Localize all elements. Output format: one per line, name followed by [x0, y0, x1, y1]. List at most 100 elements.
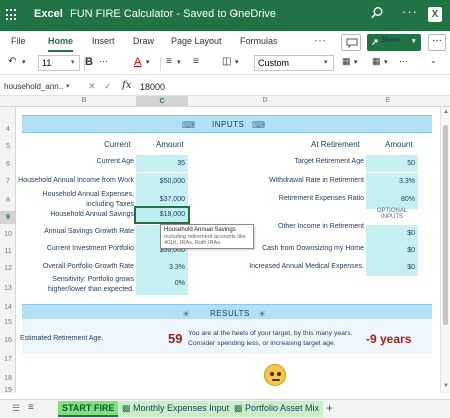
amount-header-right: Amount — [385, 140, 413, 149]
household-income-cell[interactable]: $50,000 — [136, 173, 188, 190]
formula-input[interactable]: 18000 — [140, 82, 165, 92]
scroll-up-icon[interactable]: ▲ — [443, 109, 449, 115]
all-sheets-icon[interactable]: ☰ — [12, 403, 20, 414]
row-header[interactable]: 12 — [0, 265, 16, 272]
align-dropdown-icon[interactable]: ▾ — [177, 58, 181, 66]
chevron-down-icon: ▾ — [71, 59, 75, 66]
row-header[interactable]: 5 — [0, 143, 16, 150]
more-format-icon[interactable]: ··· — [99, 56, 108, 66]
name-box[interactable]: household_ann... — [2, 80, 64, 94]
search-icon[interactable] — [370, 6, 384, 20]
sheet-tab-start-fire[interactable]: START FIRE — [58, 401, 119, 417]
other-income-cell[interactable]: $0 — [366, 225, 418, 242]
current-age-cell[interactable]: 35 — [136, 155, 188, 172]
column-header-c[interactable]: C — [136, 96, 188, 107]
add-sheet-icon[interactable]: + — [326, 401, 333, 415]
column-header-e[interactable]: E — [378, 97, 398, 104]
toolbar-divider — [160, 57, 161, 71]
scroll-down-icon[interactable]: ▼ — [443, 383, 449, 389]
row-header[interactable]: 17 — [0, 356, 16, 363]
row-header[interactable]: 11 — [0, 248, 16, 255]
font-color-dropdown-icon[interactable]: ▾ — [146, 58, 150, 66]
share-button[interactable]: ↗ Share ▾ — [367, 34, 421, 51]
row-header[interactable]: 6 — [0, 161, 16, 168]
app-name: Excel — [34, 8, 63, 20]
confirm-icon[interactable]: ✓ — [104, 81, 112, 92]
row-header[interactable]: 7 — [0, 178, 16, 185]
keyboard-icon: ⌨ — [182, 120, 195, 130]
table-format-icon[interactable]: ▦ — [372, 56, 381, 67]
document-title[interactable]: FUN FIRE Calculator - Saved to OneDrive — [70, 8, 276, 20]
optional-inputs-note: OPTIONAL INPUTS — [376, 208, 408, 220]
target-retirement-age-cell[interactable]: 50 — [366, 155, 418, 172]
collapse-ribbon-icon[interactable]: ⌄ — [430, 56, 437, 65]
savings-growth-label: Annual Savings Growth Rate — [44, 228, 134, 235]
number-format-dropdown[interactable]: Custom ▾ — [254, 55, 334, 71]
cancel-icon[interactable]: ✕ — [88, 81, 96, 92]
tab-draw[interactable]: Draw — [133, 36, 154, 46]
medical-expenses-label: Increased Annual Medical Expenses. — [249, 263, 364, 270]
font-color-button[interactable]: A — [134, 56, 141, 68]
row-header[interactable]: 15 — [0, 319, 16, 326]
app-launcher-icon[interactable] — [6, 9, 18, 21]
column-header-b[interactable]: B — [74, 97, 94, 104]
row-header[interactable]: 16 — [0, 337, 16, 344]
comment-button[interactable] — [341, 34, 361, 51]
tab-formulas[interactable]: Formulas — [240, 36, 278, 46]
row-header[interactable]: 19 — [0, 387, 16, 394]
ribbon-tabs: File Home Insert Draw Page Layout Formul… — [0, 31, 450, 53]
align-left-icon[interactable]: ≡ — [166, 56, 172, 67]
tab-insert[interactable]: Insert — [92, 36, 115, 46]
more-toolbar-icon[interactable]: ··· — [399, 56, 408, 66]
tab-file[interactable]: File — [11, 36, 26, 46]
ribbon-more-button[interactable]: ··· — [428, 34, 446, 51]
row-header[interactable]: 14 — [0, 304, 16, 311]
chevron-down-icon[interactable]: ⌄ — [231, 7, 239, 18]
downsizing-cell[interactable]: $0 — [366, 242, 418, 259]
row-header-selected[interactable]: 9 — [0, 211, 16, 224]
bold-button[interactable]: B — [85, 56, 93, 68]
household-savings-cell[interactable]: $18,000 — [134, 206, 190, 224]
row-header[interactable]: 4 — [0, 126, 16, 133]
fx-icon[interactable]: fx — [122, 80, 131, 91]
sheet-tab-monthly-expenses[interactable]: ▩ Monthly Expenses Input — [118, 401, 234, 417]
current-age-label: Current Age — [96, 158, 134, 165]
row-header[interactable]: 10 — [0, 231, 16, 238]
target-retirement-age-label: Target Retirement Age — [294, 158, 364, 165]
withdrawal-rate-cell[interactable]: 3.3% — [366, 173, 418, 190]
worksheet-grid[interactable]: ⌨ INPUTS ⌨ Current Amount At Retirement … — [16, 107, 440, 393]
merge-icon[interactable]: ◫ — [222, 56, 231, 67]
household-expenses-cell[interactable]: $37,000 — [136, 190, 188, 209]
more-tabs-icon[interactable]: ··· — [314, 33, 326, 47]
tab-home[interactable]: Home — [48, 36, 74, 52]
sheet-tab-portfolio-asset-mix[interactable]: ▩ Portfolio Asset Mix — [230, 401, 324, 417]
number-format-value: Custom — [258, 58, 290, 68]
excel-window: Excel FUN FIRE Calculator - Saved to One… — [0, 0, 450, 418]
undo-dropdown-icon[interactable]: ▾ — [22, 58, 26, 66]
investment-portfolio-label: Current Investment Portfolio — [46, 245, 134, 252]
more-options-icon[interactable]: ··· — [402, 4, 418, 19]
sheet-list-icon[interactable]: ≡ — [28, 402, 34, 413]
tab-page-layout[interactable]: Page Layout — [171, 36, 222, 46]
merge-dropdown-icon[interactable]: ▾ — [235, 58, 239, 66]
row-header[interactable]: 18 — [0, 375, 16, 382]
medical-expenses-cell[interactable]: $0 — [366, 259, 418, 276]
chevron-down-icon[interactable]: ▾ — [66, 82, 70, 90]
row-header[interactable]: 8 — [0, 197, 16, 204]
excel-logo-icon: X — [428, 7, 442, 22]
scrollbar-thumb[interactable] — [443, 125, 448, 325]
retirement-expenses-ratio-cell[interactable]: 80% — [366, 190, 418, 209]
estimated-retirement-age: 59 — [168, 331, 183, 346]
wrap-text-icon[interactable]: ≡ — [193, 56, 199, 67]
currency-dropdown-icon[interactable]: ▾ — [354, 58, 358, 66]
table-format-dropdown-icon[interactable]: ▾ — [384, 58, 388, 66]
amount-header: Amount — [156, 140, 184, 149]
vertical-scrollbar[interactable]: ▲ ▼ — [440, 107, 450, 393]
undo-icon[interactable]: ↶ — [8, 56, 16, 67]
row-header[interactable]: 13 — [0, 285, 16, 292]
column-header-d[interactable]: D — [255, 97, 275, 104]
sensitivity-cell[interactable]: 0% — [136, 273, 188, 295]
font-size-dropdown[interactable]: 11 ▾ — [38, 55, 80, 71]
currency-icon[interactable]: ▦ — [342, 56, 351, 67]
household-savings-label: Household Annual Savings — [50, 211, 134, 218]
